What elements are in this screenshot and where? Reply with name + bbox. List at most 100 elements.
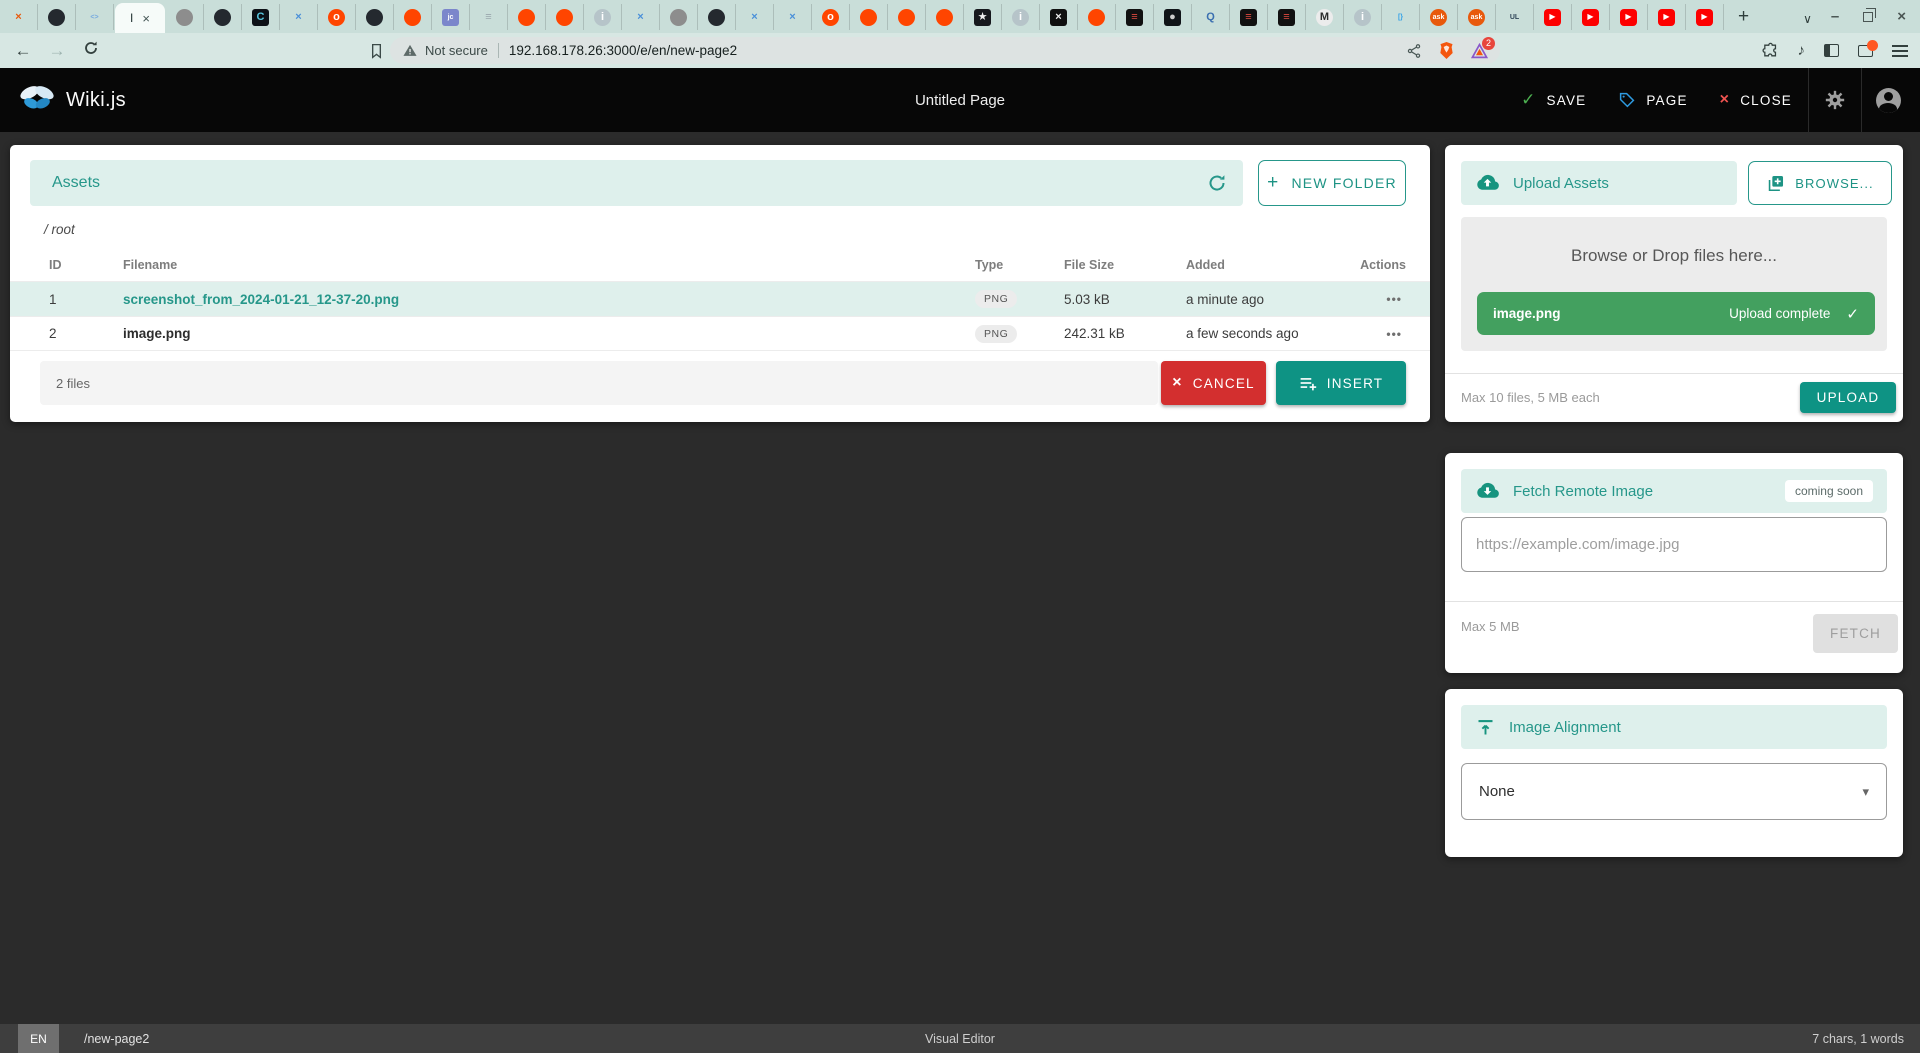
tab-search-caret-icon[interactable]: ∨ xyxy=(1803,12,1812,26)
browse-button[interactable]: BROWSE... xyxy=(1748,161,1892,205)
new-folder-button[interactable]: + NEW FOLDER xyxy=(1258,160,1406,206)
cancel-button[interactable]: × CANCEL xyxy=(1161,361,1266,405)
browser-tab[interactable] xyxy=(508,4,546,30)
browser-tab[interactable]: ≡ xyxy=(1268,4,1306,30)
address-bar[interactable]: Not secure 192.168.178.26:3000/e/en/new-… xyxy=(390,37,1500,64)
browser-tab[interactable]: <> xyxy=(76,4,114,30)
browser-tab[interactable]: ▶ xyxy=(1610,4,1648,30)
active-tab[interactable]: I× xyxy=(115,3,165,33)
browser-tab[interactable] xyxy=(38,4,76,30)
cell-filename-link[interactable]: image.png xyxy=(123,326,975,341)
browser-tab[interactable]: ● xyxy=(1154,4,1192,30)
browser-tab[interactable]: × xyxy=(1040,4,1078,30)
settings-gear-icon[interactable] xyxy=(1809,68,1861,132)
share-icon[interactable] xyxy=(1406,43,1422,59)
window-close-button[interactable]: × xyxy=(1897,8,1906,25)
browser-tab[interactable]: UL xyxy=(1496,4,1534,30)
browser-tab[interactable]: ★ xyxy=(964,4,1002,30)
browser-tab[interactable] xyxy=(926,4,964,30)
browser-tab[interactable]: i xyxy=(1002,4,1040,30)
tab-favicon: ▶ xyxy=(1658,9,1675,26)
dropzone[interactable]: Browse or Drop files here... image.png U… xyxy=(1461,217,1887,351)
reader-mode-icon[interactable] xyxy=(1858,45,1873,57)
forward-icon[interactable]: → xyxy=(40,41,74,61)
table-row[interactable]: 1 screenshot_from_2024-01-21_12-37-20.pn… xyxy=(10,281,1430,316)
row-actions-menu-icon[interactable]: ••• xyxy=(1360,327,1430,341)
window-restore-icon[interactable] xyxy=(1863,12,1873,22)
assets-title-bar: Assets xyxy=(30,160,1243,206)
page-button-label: PAGE xyxy=(1646,93,1687,108)
browser-tab[interactable]: × xyxy=(280,4,318,30)
browser-tab[interactable]: o xyxy=(812,4,850,30)
browser-tab[interactable]: M xyxy=(1306,4,1344,30)
upload-hint: Max 10 files, 5 MB each xyxy=(1461,390,1600,405)
browser-tab[interactable] xyxy=(356,4,394,30)
browser-tab[interactable]: × xyxy=(736,4,774,30)
browser-tab[interactable]: ask xyxy=(1458,4,1496,30)
browser-tab[interactable]: ▶ xyxy=(1648,4,1686,30)
browser-tab[interactable]: jc xyxy=(432,4,470,30)
new-tab-button[interactable]: + xyxy=(1738,6,1749,28)
tab-favicon: ≡ xyxy=(1126,9,1143,26)
browser-tab[interactable]: Q xyxy=(1192,4,1230,30)
browser-tab[interactable]: ▶ xyxy=(1686,4,1724,30)
tab-favicon: ▶ xyxy=(1696,9,1713,26)
sidebar-toggle-icon[interactable] xyxy=(1824,44,1839,57)
browser-tab[interactable]: ▶ xyxy=(1534,4,1572,30)
bookmark-icon[interactable] xyxy=(368,42,385,60)
security-status[interactable]: Not secure xyxy=(402,43,488,58)
browser-tab[interactable]: o xyxy=(318,4,356,30)
browser-tab[interactable] xyxy=(394,4,432,30)
url-text[interactable]: 192.168.178.26:3000/e/en/new-page2 xyxy=(509,43,737,58)
cell-id: 1 xyxy=(49,292,123,307)
browser-tab[interactable] xyxy=(888,4,926,30)
browser-tab[interactable]: i xyxy=(1344,4,1382,30)
browser-tab[interactable]: ask xyxy=(1420,4,1458,30)
upload-button[interactable]: UPLOAD xyxy=(1800,382,1896,413)
table-row[interactable]: 2 image.png PNG 242.31 kB a few seconds … xyxy=(10,316,1430,351)
save-button[interactable]: ✓ SAVE xyxy=(1505,68,1602,132)
tab-close-icon[interactable]: × xyxy=(142,11,150,26)
browser-tab[interactable]: × xyxy=(774,4,812,30)
tab-favicon: i xyxy=(1012,9,1029,26)
row-actions-menu-icon[interactable]: ••• xyxy=(1360,292,1430,306)
browser-tab[interactable]: ▶ xyxy=(1572,4,1610,30)
menu-hamburger-icon[interactable] xyxy=(1892,45,1908,57)
media-note-icon[interactable]: ♪ xyxy=(1798,42,1806,59)
browser-tab[interactable]: × xyxy=(622,4,660,30)
browser-tab[interactable] xyxy=(546,4,584,30)
browser-tab[interactable] xyxy=(660,4,698,30)
brave-shields-icon[interactable] xyxy=(1438,41,1455,60)
browser-tab[interactable] xyxy=(1078,4,1116,30)
header-actions: ✓ SAVE PAGE × CLOSE xyxy=(1505,68,1920,132)
insert-button[interactable]: INSERT xyxy=(1276,361,1406,405)
window-minimize-button[interactable]: – xyxy=(1831,8,1839,25)
alignment-select[interactable]: None ▾ xyxy=(1461,763,1887,820)
fetch-button[interactable]: FETCH xyxy=(1813,614,1898,653)
browser-tab[interactable]: C xyxy=(242,4,280,30)
extensions-puzzle-icon[interactable] xyxy=(1762,42,1779,59)
tab-favicon xyxy=(670,9,687,26)
browser-tab[interactable]: [} xyxy=(1382,4,1420,30)
browser-tab[interactable]: i xyxy=(584,4,622,30)
close-editor-button[interactable]: × CLOSE xyxy=(1704,68,1808,132)
reload-icon[interactable] xyxy=(74,40,108,61)
browser-tab[interactable]: ≡ xyxy=(1116,4,1154,30)
browser-tab[interactable] xyxy=(204,4,242,30)
browser-tab[interactable]: ≡ xyxy=(1230,4,1268,30)
tab-favicon: ★ xyxy=(974,9,991,26)
cell-filename-link[interactable]: screenshot_from_2024-01-21_12-37-20.png xyxy=(123,292,975,307)
account-button[interactable] xyxy=(1862,68,1914,132)
page-properties-button[interactable]: PAGE xyxy=(1602,68,1703,132)
check-icon: ✓ xyxy=(1521,90,1536,110)
browser-tab[interactable] xyxy=(850,4,888,30)
browser-tab[interactable] xyxy=(166,4,204,30)
refresh-icon[interactable] xyxy=(1207,173,1227,193)
extension-badge-icon[interactable]: 2 xyxy=(1471,43,1488,59)
browser-tab[interactable]: ≡ xyxy=(470,4,508,30)
browser-tab[interactable]: × xyxy=(0,4,38,30)
browser-tab[interactable] xyxy=(698,4,736,30)
back-icon[interactable]: ← xyxy=(6,41,40,61)
avatar xyxy=(1876,88,1901,113)
remote-image-url-input[interactable] xyxy=(1461,517,1887,572)
